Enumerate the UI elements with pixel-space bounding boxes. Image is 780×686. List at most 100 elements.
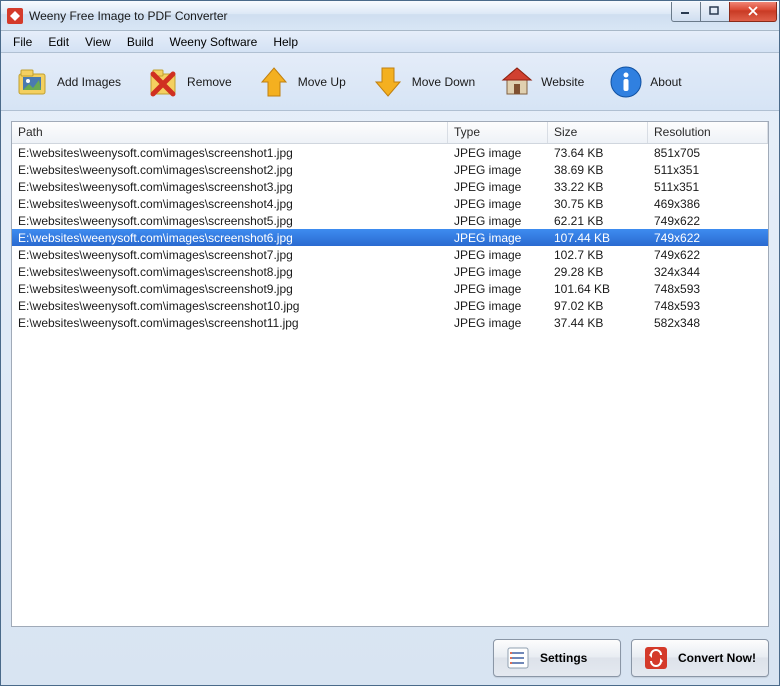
about-button[interactable]: About	[602, 60, 687, 104]
table-row[interactable]: E:\websites\weenysoft.com\images\screens…	[12, 280, 768, 297]
toolbar: Add Images Remove Move Up Move Down Webs…	[1, 53, 779, 111]
titlebar[interactable]: Weeny Free Image to PDF Converter	[1, 1, 779, 31]
settings-button[interactable]: Settings	[493, 639, 621, 677]
table-row[interactable]: E:\websites\weenysoft.com\images\screens…	[12, 314, 768, 331]
menu-build[interactable]: Build	[119, 33, 162, 51]
cell-path: E:\websites\weenysoft.com\images\screens…	[12, 197, 448, 211]
folder-image-icon	[15, 64, 51, 100]
window-controls	[672, 2, 779, 22]
cell-resolution: 851x705	[648, 146, 768, 160]
cell-size: 37.44 KB	[548, 316, 648, 330]
cell-type: JPEG image	[448, 265, 548, 279]
list-body[interactable]: E:\websites\weenysoft.com\images\screens…	[12, 144, 768, 626]
cell-path: E:\websites\weenysoft.com\images\screens…	[12, 299, 448, 313]
maximize-button[interactable]	[700, 2, 730, 22]
cell-path: E:\websites\weenysoft.com\images\screens…	[12, 248, 448, 262]
settings-label: Settings	[540, 651, 587, 665]
window-title: Weeny Free Image to PDF Converter	[29, 9, 672, 23]
cell-size: 107.44 KB	[548, 231, 648, 245]
column-type[interactable]: Type	[448, 122, 548, 143]
cell-resolution: 749x622	[648, 231, 768, 245]
cell-path: E:\websites\weenysoft.com\images\screens…	[12, 265, 448, 279]
convert-label: Convert Now!	[678, 651, 756, 665]
cell-path: E:\websites\weenysoft.com\images\screens…	[12, 146, 448, 160]
cell-resolution: 511x351	[648, 163, 768, 177]
table-row[interactable]: E:\websites\weenysoft.com\images\screens…	[12, 161, 768, 178]
arrow-up-icon	[256, 64, 292, 100]
website-button[interactable]: Website	[493, 60, 590, 104]
cell-type: JPEG image	[448, 214, 548, 228]
cell-resolution: 469x386	[648, 197, 768, 211]
move-down-label: Move Down	[412, 75, 475, 89]
remove-button[interactable]: Remove	[139, 60, 238, 104]
cell-size: 62.21 KB	[548, 214, 648, 228]
cell-size: 38.69 KB	[548, 163, 648, 177]
cell-path: E:\websites\weenysoft.com\images\screens…	[12, 282, 448, 296]
app-icon	[7, 8, 23, 24]
column-size[interactable]: Size	[548, 122, 648, 143]
cell-size: 29.28 KB	[548, 265, 648, 279]
menu-edit[interactable]: Edit	[40, 33, 77, 51]
about-label: About	[650, 75, 681, 89]
cell-type: JPEG image	[448, 248, 548, 262]
file-list: Path Type Size Resolution E:\websites\we…	[11, 121, 769, 627]
cell-type: JPEG image	[448, 282, 548, 296]
cell-size: 97.02 KB	[548, 299, 648, 313]
cell-path: E:\websites\weenysoft.com\images\screens…	[12, 163, 448, 177]
column-path[interactable]: Path	[12, 122, 448, 143]
table-row[interactable]: E:\websites\weenysoft.com\images\screens…	[12, 178, 768, 195]
cell-path: E:\websites\weenysoft.com\images\screens…	[12, 231, 448, 245]
add-images-button[interactable]: Add Images	[9, 60, 127, 104]
convert-button[interactable]: Convert Now!	[631, 639, 769, 677]
cell-size: 33.22 KB	[548, 180, 648, 194]
table-row[interactable]: E:\websites\weenysoft.com\images\screens…	[12, 229, 768, 246]
cell-resolution: 749x622	[648, 214, 768, 228]
table-row[interactable]: E:\websites\weenysoft.com\images\screens…	[12, 246, 768, 263]
cell-resolution: 582x348	[648, 316, 768, 330]
move-down-button[interactable]: Move Down	[364, 60, 481, 104]
app-window: Weeny Free Image to PDF Converter File E…	[0, 0, 780, 686]
cell-size: 102.7 KB	[548, 248, 648, 262]
menu-weeny-software[interactable]: Weeny Software	[162, 33, 266, 51]
table-row[interactable]: E:\websites\weenysoft.com\images\screens…	[12, 212, 768, 229]
content-area: Path Type Size Resolution E:\websites\we…	[1, 111, 779, 637]
remove-label: Remove	[187, 75, 232, 89]
table-row[interactable]: E:\websites\weenysoft.com\images\screens…	[12, 195, 768, 212]
settings-icon	[506, 646, 530, 670]
cell-resolution: 511x351	[648, 180, 768, 194]
cell-type: JPEG image	[448, 146, 548, 160]
minimize-button[interactable]	[671, 2, 701, 22]
remove-icon	[145, 64, 181, 100]
list-header: Path Type Size Resolution	[12, 122, 768, 144]
add-images-label: Add Images	[57, 75, 121, 89]
column-resolution[interactable]: Resolution	[648, 122, 768, 143]
website-label: Website	[541, 75, 584, 89]
cell-resolution: 748x593	[648, 299, 768, 313]
cell-path: E:\websites\weenysoft.com\images\screens…	[12, 214, 448, 228]
cell-type: JPEG image	[448, 316, 548, 330]
cell-type: JPEG image	[448, 299, 548, 313]
table-row[interactable]: E:\websites\weenysoft.com\images\screens…	[12, 144, 768, 161]
table-row[interactable]: E:\websites\weenysoft.com\images\screens…	[12, 297, 768, 314]
info-icon	[608, 64, 644, 100]
home-icon	[499, 64, 535, 100]
bottom-bar: Settings Convert Now!	[1, 637, 779, 685]
move-up-button[interactable]: Move Up	[250, 60, 352, 104]
menubar: File Edit View Build Weeny Software Help	[1, 31, 779, 53]
table-row[interactable]: E:\websites\weenysoft.com\images\screens…	[12, 263, 768, 280]
cell-type: JPEG image	[448, 231, 548, 245]
cell-type: JPEG image	[448, 197, 548, 211]
move-up-label: Move Up	[298, 75, 346, 89]
cell-resolution: 749x622	[648, 248, 768, 262]
cell-size: 73.64 KB	[548, 146, 648, 160]
convert-icon	[644, 646, 668, 670]
cell-resolution: 748x593	[648, 282, 768, 296]
menu-file[interactable]: File	[5, 33, 40, 51]
close-button[interactable]	[729, 2, 777, 22]
menu-view[interactable]: View	[77, 33, 119, 51]
cell-size: 101.64 KB	[548, 282, 648, 296]
cell-resolution: 324x344	[648, 265, 768, 279]
cell-path: E:\websites\weenysoft.com\images\screens…	[12, 180, 448, 194]
menu-help[interactable]: Help	[265, 33, 306, 51]
cell-type: JPEG image	[448, 163, 548, 177]
